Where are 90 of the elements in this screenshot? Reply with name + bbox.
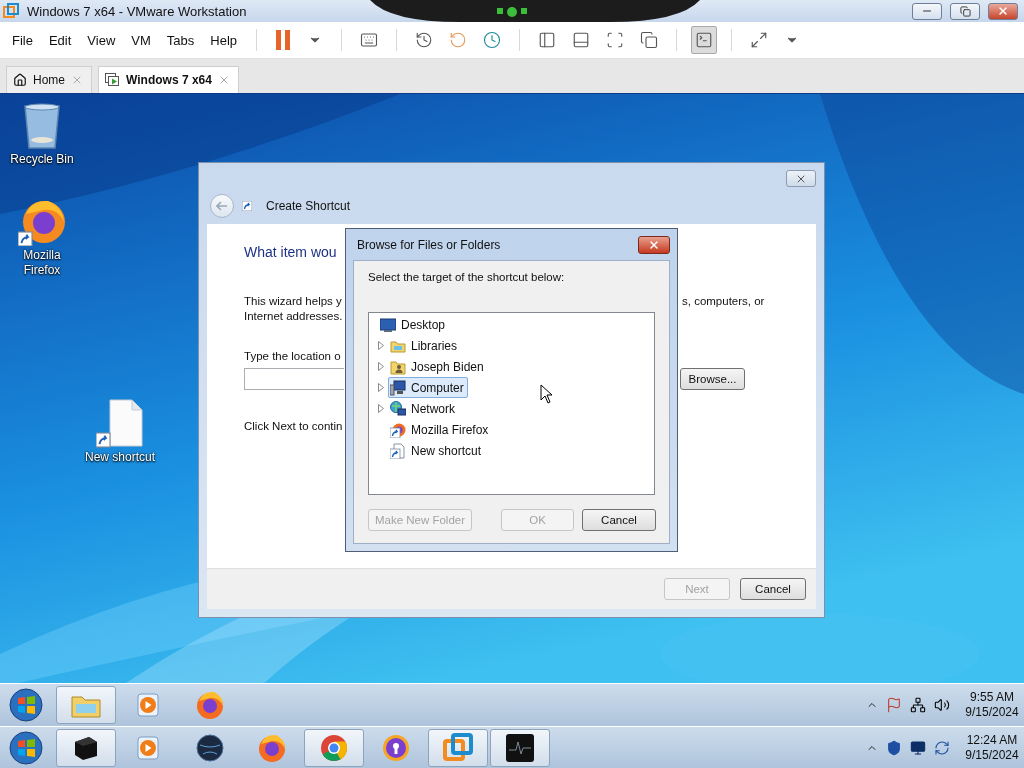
tree-item[interactable]: Joseph Biden	[388, 356, 488, 377]
activity-monitor-icon	[504, 731, 536, 764]
revert-icon	[449, 31, 468, 49]
fit-icon	[606, 31, 625, 49]
menu-item[interactable]: Edit	[42, 32, 80, 48]
windows-icon	[640, 31, 659, 49]
wizard-title: Create Shortcut	[266, 199, 351, 213]
close-icon	[997, 5, 1009, 17]
close-button[interactable]	[638, 235, 670, 254]
desktop-icon-label[interactable]: New shortcut	[80, 450, 160, 465]
tree-item[interactable]: Desktop	[378, 314, 450, 335]
shortcut-file-icon	[390, 442, 406, 459]
window-title: Windows 7 x64 - VMware Workstation	[27, 3, 247, 19]
desktop-icon-label[interactable]: Recycle Bin	[10, 152, 74, 167]
dialog-button[interactable]: Cancel	[582, 509, 656, 531]
intro-text: Internet addresses.	[244, 309, 343, 324]
clock-date: 9/15/2024	[965, 705, 1019, 720]
volume-icon[interactable]	[934, 697, 950, 713]
expand-arrow-icon[interactable]	[378, 404, 384, 413]
location-label: Type the location o	[244, 349, 341, 364]
clock-icon	[483, 31, 502, 49]
vm-icon	[105, 73, 120, 87]
taskbar-app[interactable]	[490, 728, 550, 767]
shortcut-file-icon	[96, 398, 144, 448]
shortcut-icon	[242, 201, 252, 211]
network-icon	[390, 400, 406, 417]
menu-item[interactable]: File	[6, 32, 41, 48]
clock-icon	[415, 31, 434, 49]
tree-item[interactable]: Mozilla Firefox	[388, 419, 493, 440]
intro-text: s, computers, or	[682, 294, 766, 309]
start-button[interactable]	[6, 687, 46, 723]
keyboard-icon	[360, 31, 379, 49]
wizard-button[interactable]: Cancel	[740, 578, 806, 600]
panel-bottom-icon	[572, 31, 591, 49]
back-arrow-icon	[216, 201, 228, 211]
menu-item[interactable]: VM	[125, 32, 159, 48]
menu-item[interactable]: View	[81, 32, 124, 48]
expand-arrow-icon[interactable]	[378, 383, 384, 392]
recycle-bin-icon	[22, 102, 62, 150]
computer-icon	[390, 379, 406, 396]
restore-icon	[959, 5, 971, 17]
sync-icon[interactable]	[934, 739, 950, 756]
close-icon	[648, 238, 660, 251]
pause-icon	[276, 30, 291, 50]
dialog-title: Browse for Files or Folders	[357, 237, 501, 252]
menu-item[interactable]: Tabs	[160, 32, 203, 48]
globe-icon	[194, 731, 226, 764]
tab-label: Windows 7 x64	[126, 73, 212, 87]
home-icon	[13, 73, 27, 87]
user-folder-icon	[390, 358, 406, 375]
expand-arrow-icon[interactable]	[378, 362, 384, 371]
dialog-prompt: Select the target of the shortcut below:	[368, 271, 566, 283]
firefox-icon	[194, 689, 226, 721]
tree-item[interactable]: Computer	[388, 377, 468, 398]
tab[interactable]: Home	[6, 66, 92, 93]
clock-time: 12:24 AM	[966, 732, 1018, 748]
tree-item[interactable]: New shortcut	[388, 440, 486, 461]
clock-date: 9/15/2024	[965, 747, 1019, 763]
restore-button[interactable]	[950, 2, 980, 20]
close-button[interactable]	[988, 2, 1018, 20]
terminal-icon	[695, 31, 714, 49]
panel-left-icon	[538, 31, 557, 49]
vmware-icon	[3, 3, 19, 19]
flag-icon[interactable]	[886, 697, 902, 713]
start-button[interactable]	[6, 729, 46, 766]
browse-button[interactable]: Browse...	[680, 368, 745, 390]
fullscreen-icon	[750, 31, 769, 49]
firefox-shortcut-icon	[390, 421, 406, 438]
toolbar-button[interactable]	[691, 26, 718, 54]
next-hint: Click Next to contin	[244, 419, 343, 434]
tree-item[interactable]: Network	[388, 398, 459, 419]
expand-arrow-icon[interactable]	[378, 341, 384, 350]
vmware-icon	[442, 731, 474, 764]
mouse-pointer-icon	[540, 384, 554, 404]
taskbar-app[interactable]	[56, 728, 116, 767]
location-field[interactable]	[244, 368, 344, 390]
intro-text: This wizard helps y	[244, 294, 343, 309]
monitor-icon[interactable]	[910, 739, 926, 756]
close-button[interactable]	[786, 170, 816, 187]
minimize-button[interactable]	[912, 2, 942, 20]
menu-item[interactable]: Help	[204, 32, 246, 48]
firefox-shortcut-icon	[18, 198, 66, 246]
tree-item[interactable]: Libraries	[388, 335, 462, 356]
wizard-heading: What item wou	[244, 244, 337, 260]
desktop-icon-label[interactable]: Mozilla Firefox	[10, 248, 74, 278]
tab[interactable]: Windows 7 x64	[98, 66, 239, 93]
clock-time: 9:55 AM	[970, 690, 1014, 705]
tab-label: Home	[33, 73, 65, 87]
desktop-icon	[380, 316, 396, 333]
network-icon[interactable]	[910, 697, 926, 713]
